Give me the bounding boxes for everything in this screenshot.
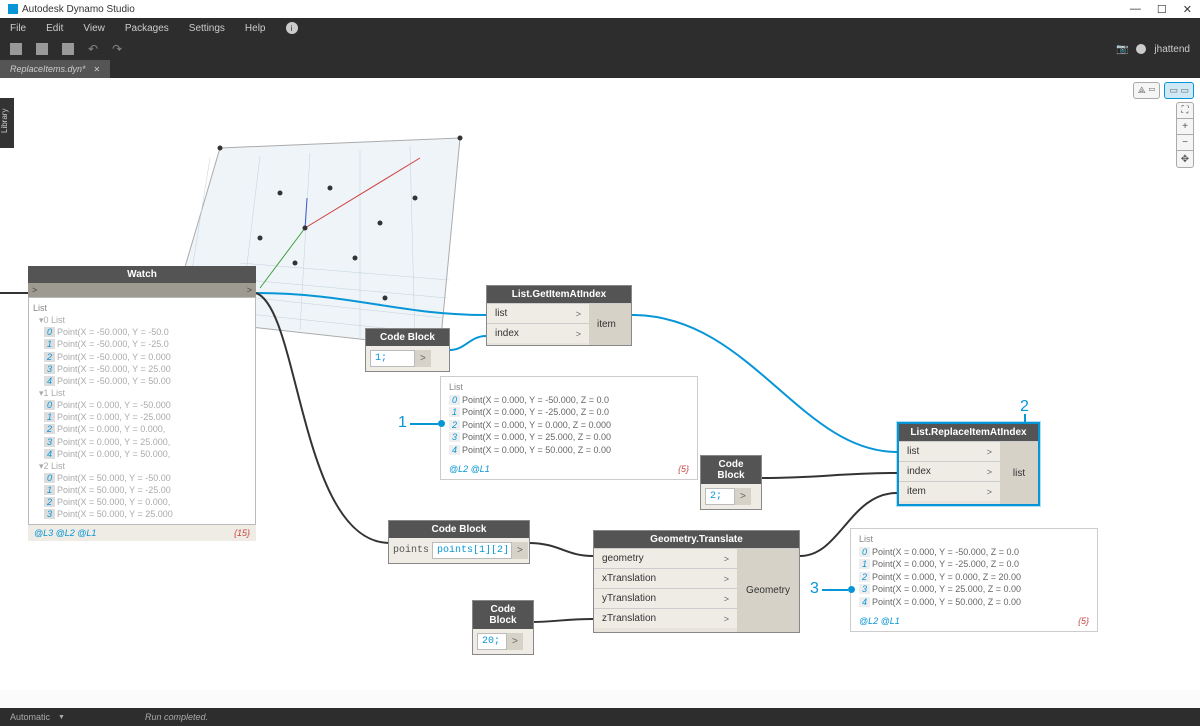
menu-view[interactable]: View: [83, 23, 105, 34]
menu-packages[interactable]: Packages: [125, 23, 169, 34]
codeblock-3-out[interactable]: >: [512, 542, 528, 559]
replace-index-port[interactable]: index>: [899, 461, 1000, 481]
user-name[interactable]: jhattend: [1154, 44, 1190, 55]
translate-out-port[interactable]: Geometry: [737, 548, 799, 632]
annotation-3-dot: [848, 586, 855, 593]
file-tabs: ReplaceItems.dyn* ✕: [0, 60, 1200, 78]
zoom-controls: ⛶ + − ✥: [1176, 102, 1194, 168]
maximize-button[interactable]: ☐: [1157, 3, 1167, 16]
getitem-preview: List 0Point(X = 0.000, Y = -50.000, Z = …: [440, 376, 698, 480]
user-avatar-icon[interactable]: [1136, 44, 1146, 54]
undo-icon[interactable]: ↶: [88, 42, 98, 56]
translate-z-port[interactable]: zTranslation>: [594, 608, 737, 628]
translate-y-port[interactable]: yTranslation>: [594, 588, 737, 608]
codeblock-3-input[interactable]: [432, 542, 512, 559]
getitem-index-port[interactable]: index>: [487, 323, 589, 343]
run-mode-dropdown[interactable]: Automatic ▼: [10, 712, 65, 722]
translate-header[interactable]: Geometry.Translate: [594, 531, 799, 548]
redo-icon[interactable]: ↷: [112, 42, 122, 56]
replace-item-port[interactable]: item>: [899, 481, 1000, 501]
file-tab-active[interactable]: ReplaceItems.dyn* ✕: [0, 60, 110, 78]
replace-preview: List 0Point(X = 0.000, Y = -50.000, Z = …: [850, 528, 1098, 632]
zoom-in-icon[interactable]: +: [1177, 119, 1193, 135]
getitem-node[interactable]: List.GetItemAtIndex list> index> item: [486, 285, 632, 346]
codeblock-3-label: points: [393, 545, 429, 556]
codeblock-1-out[interactable]: >: [415, 350, 431, 367]
watch-io: >>: [28, 283, 256, 297]
menu-help[interactable]: Help: [245, 23, 266, 34]
replace-list-port[interactable]: list>: [899, 441, 1000, 461]
camera-icon[interactable]: 📷: [1116, 44, 1128, 55]
codeblock-1-input[interactable]: [370, 350, 415, 367]
canvas[interactable]: Library ⟁ ▭ ▭ ▭ ⛶ + − ✥: [0, 78, 1200, 690]
codeblock-2-out[interactable]: >: [735, 488, 751, 505]
zoom-out-icon[interactable]: −: [1177, 135, 1193, 151]
menu-edit[interactable]: Edit: [46, 23, 63, 34]
getitem-list-port[interactable]: list>: [487, 303, 589, 323]
codeblock-2-input[interactable]: [705, 488, 735, 505]
view-graph-toggle[interactable]: ▭ ▭: [1164, 82, 1194, 99]
replace-header[interactable]: List.ReplaceItemAtIndex: [899, 424, 1038, 441]
replace-node[interactable]: List.ReplaceItemAtIndex list> index> ite…: [897, 422, 1040, 506]
annotation-1-dot: [438, 420, 445, 427]
toolbar: ↶ ↷ 📷 jhattend: [0, 38, 1200, 60]
codeblock-1-header[interactable]: Code Block: [366, 329, 449, 346]
translate-node[interactable]: Geometry.Translate geometry> xTranslatio…: [593, 530, 800, 633]
annotation-3-line: [822, 589, 848, 591]
watch-node[interactable]: Watch >> List ▾0 List 0Point(X = -50.000…: [28, 266, 256, 541]
replace-out-port[interactable]: list: [1000, 441, 1038, 504]
codeblock-4-header[interactable]: Code Block: [473, 601, 533, 629]
file-tab-name: ReplaceItems.dyn*: [10, 64, 86, 74]
pan-icon[interactable]: ✥: [1177, 151, 1193, 167]
annotation-3: 3: [810, 580, 819, 598]
file-tab-close-icon[interactable]: ✕: [94, 65, 101, 74]
footer-space: [0, 690, 1200, 708]
menu-file[interactable]: File: [10, 23, 26, 34]
codeblock-2-node[interactable]: Code Block >: [700, 455, 762, 510]
codeblock-3-node[interactable]: Code Block points >: [388, 520, 530, 564]
menu-bar: File Edit View Packages Settings Help i: [0, 18, 1200, 38]
codeblock-2-header[interactable]: Code Block: [701, 456, 761, 484]
new-icon[interactable]: [10, 43, 22, 55]
app-logo-icon: [8, 4, 18, 14]
codeblock-4-node[interactable]: Code Block >: [472, 600, 534, 655]
getitem-header[interactable]: List.GetItemAtIndex: [487, 286, 631, 303]
codeblock-4-out[interactable]: >: [507, 633, 523, 650]
library-panel-tab[interactable]: Library: [0, 98, 14, 148]
watch-content[interactable]: List ▾0 List 0Point(X = -50.000, Y = -50…: [28, 297, 256, 525]
zoom-fit-icon[interactable]: ⛶: [1177, 103, 1193, 119]
codeblock-1-node[interactable]: Code Block >: [365, 328, 450, 372]
minimize-button[interactable]: —: [1130, 3, 1141, 16]
save-icon[interactable]: [62, 43, 74, 55]
view-switch: ⟁ ▭ ▭ ▭: [1133, 82, 1194, 99]
menu-settings[interactable]: Settings: [189, 23, 225, 34]
watch-node-header[interactable]: Watch: [28, 266, 256, 283]
translate-x-port[interactable]: xTranslation>: [594, 568, 737, 588]
view-3d-toggle[interactable]: ⟁ ▭: [1133, 82, 1161, 99]
watch-footer: @L3 @L2 @L1 {15}: [28, 525, 256, 541]
codeblock-4-input[interactable]: [477, 633, 507, 650]
status-bar: Automatic ▼ Run completed.: [0, 708, 1200, 726]
getitem-out-port[interactable]: item: [589, 303, 631, 345]
annotation-1: 1: [398, 414, 407, 432]
annotation-1-line: [410, 423, 438, 425]
translate-geometry-port[interactable]: geometry>: [594, 548, 737, 568]
info-icon[interactable]: i: [286, 22, 298, 34]
open-icon[interactable]: [36, 43, 48, 55]
status-message: Run completed.: [145, 712, 208, 722]
close-button[interactable]: ✕: [1183, 3, 1192, 16]
codeblock-3-header[interactable]: Code Block: [389, 521, 529, 538]
app-title: Autodesk Dynamo Studio: [22, 4, 135, 15]
title-bar: Autodesk Dynamo Studio — ☐ ✕: [0, 0, 1200, 18]
annotation-2-line: [1024, 414, 1026, 424]
